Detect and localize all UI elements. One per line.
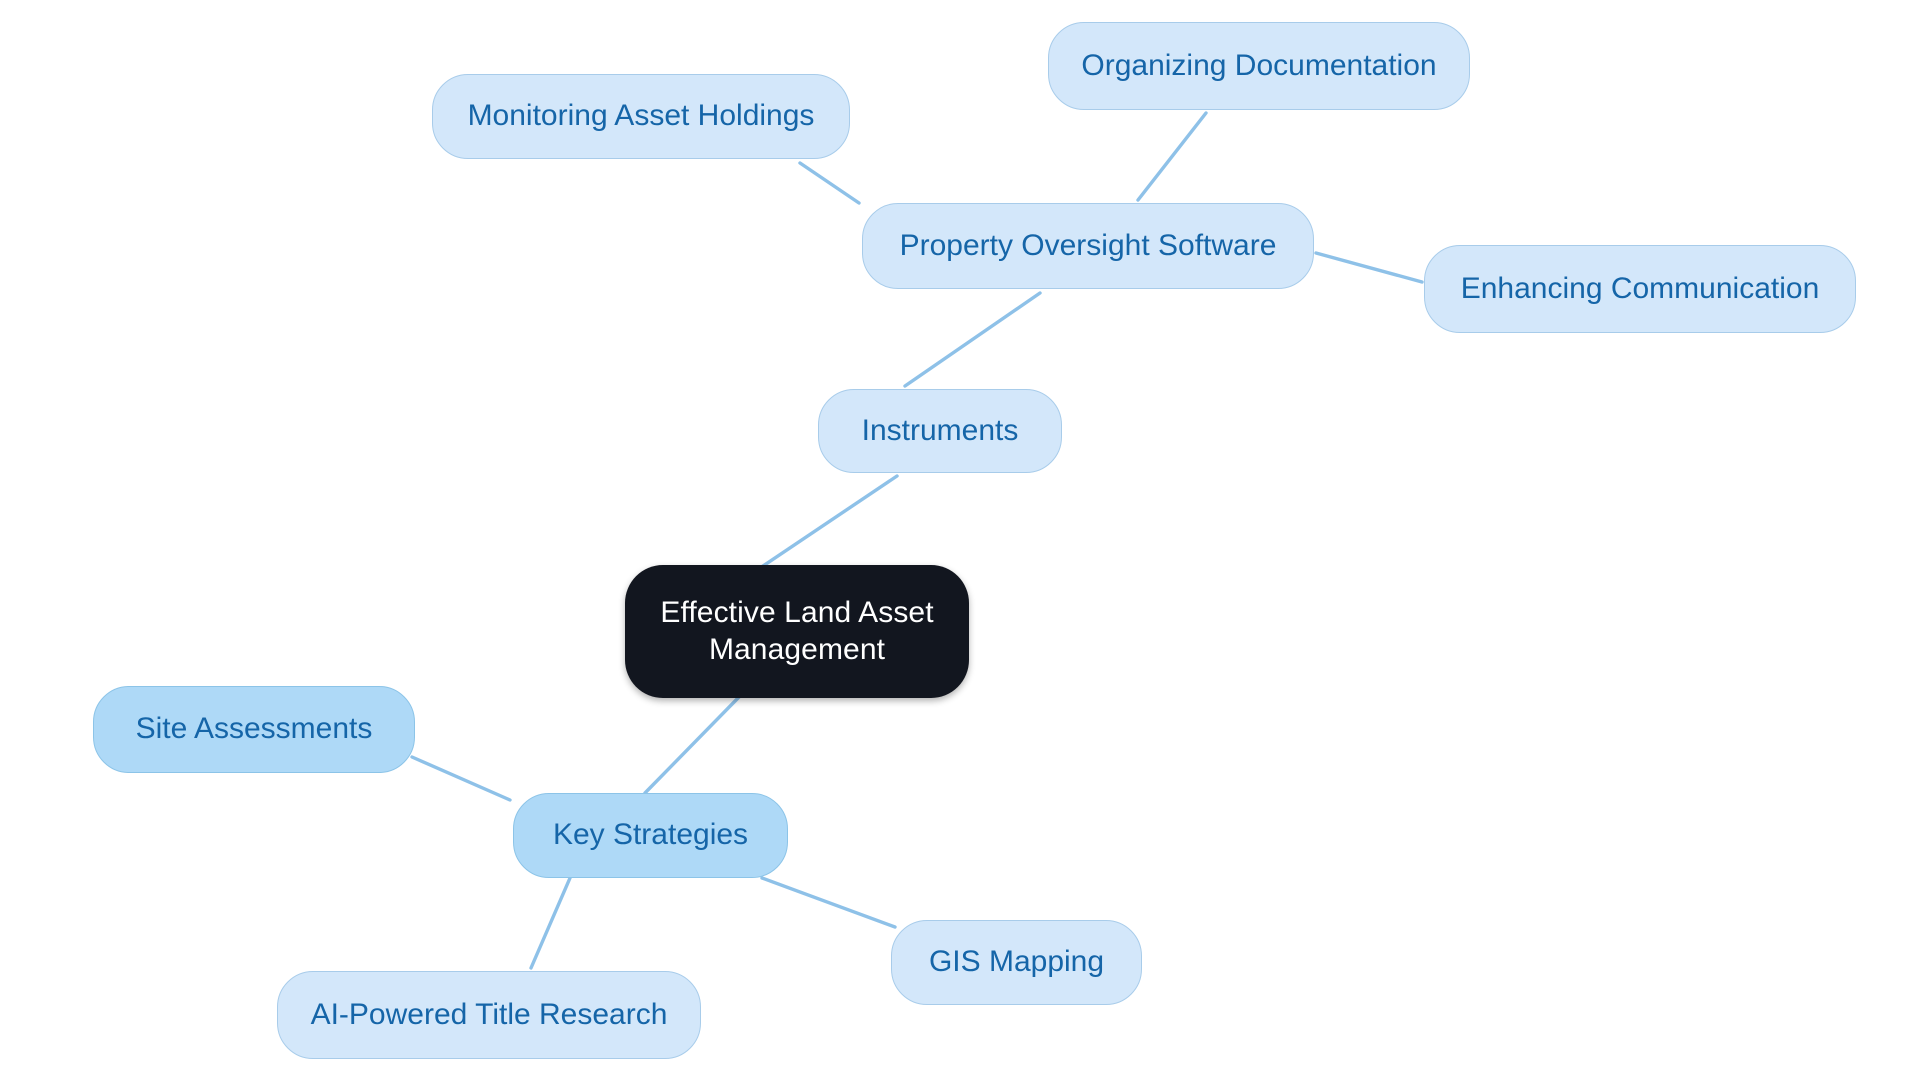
mindmap-node-label: Organizing Documentation — [1081, 48, 1437, 82]
mindmap-node-label: AI-Powered Title Research — [310, 997, 668, 1031]
mindmap-node-label: Monitoring Asset Holdings — [467, 99, 815, 133]
mindmap-node-organizing-documentation[interactable]: Organizing Documentation — [1048, 22, 1470, 110]
mindmap-node-label: Site Assessments — [135, 712, 373, 746]
mindmap-node-property-oversight-software[interactable]: Property Oversight Software — [862, 203, 1314, 289]
mindmap-canvas: Effective Land Asset Management Instrumen… — [0, 0, 1920, 1083]
mindmap-node-label: Instruments — [861, 413, 1019, 447]
mindmap-node-enhancing-communication[interactable]: Enhancing Communication — [1424, 245, 1856, 333]
mindmap-node-label: Property Oversight Software — [899, 228, 1277, 262]
mindmap-node-label: Enhancing Communication — [1460, 271, 1820, 305]
edge-property-oversight-software-to-enhancing-communication — [1314, 251, 1424, 284]
mindmap-node-root[interactable]: Effective Land Asset Management — [625, 565, 969, 698]
mindmap-node-key-strategies[interactable]: Key Strategies — [513, 793, 788, 878]
mindmap-node-site-assessments[interactable]: Site Assessments — [93, 686, 415, 773]
mindmap-node-label: GIS Mapping — [928, 945, 1105, 979]
edge-key-strategies-to-site-assessments — [410, 755, 512, 802]
edge-root-to-key-strategies — [643, 694, 742, 795]
mindmap-node-label: Effective Land Asset Management — [660, 595, 934, 666]
edge-instruments-to-property-oversight-software — [903, 291, 1042, 388]
edge-property-oversight-software-to-organizing-documentation — [1136, 111, 1208, 202]
edge-root-to-instruments — [755, 474, 899, 572]
mindmap-node-monitoring-asset-holdings[interactable]: Monitoring Asset Holdings — [432, 74, 850, 159]
edge-key-strategies-to-ai-powered-title-research — [529, 876, 572, 970]
mindmap-node-instruments[interactable]: Instruments — [818, 389, 1062, 473]
mindmap-node-label: Key Strategies — [552, 818, 749, 852]
mindmap-node-ai-powered-title-research[interactable]: AI-Powered Title Research — [277, 971, 701, 1059]
mindmap-node-gis-mapping[interactable]: GIS Mapping — [891, 920, 1142, 1005]
edge-property-oversight-software-to-monitoring-asset-holdings — [798, 161, 861, 205]
edge-key-strategies-to-gis-mapping — [760, 876, 897, 929]
